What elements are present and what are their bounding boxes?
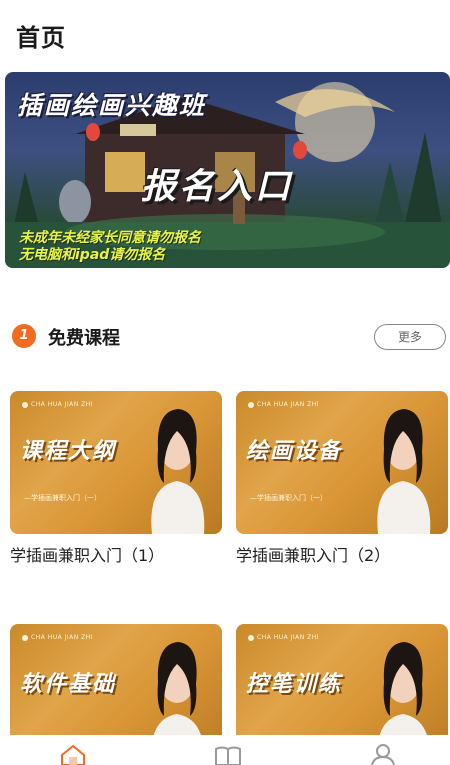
book-icon [215,746,241,765]
thumb-brand: CHA HUA JIAN ZHI [248,401,319,408]
thumb-brand: CHA HUA JIAN ZHI [248,634,319,641]
thumb-title: 绘画设备 [246,439,343,464]
section-number-badge: 1 [12,324,36,348]
course-title[interactable]: 学插画兼职入门（2） [236,542,448,566]
tab-courses[interactable] [213,743,243,765]
instructor-photo [377,409,431,534]
thumb-title: 控笔训练 [246,672,343,697]
course-title[interactable]: 学插画兼职入门（1） [10,542,222,566]
section-title: 免费课程 [48,328,120,349]
page-title: 首页 [16,24,66,52]
course-card[interactable]: CHA HUA JIAN ZHI 课程大纲 —学插画兼职入门（一） 学插画兼职入… [10,391,222,566]
tab-home[interactable] [58,743,88,765]
signup-banner[interactable]: 插画绘画兴趣班 报名入口 未成年未经家长同意请勿报名 无电脑和ipad请勿报名 [5,72,450,268]
tab-profile[interactable] [368,743,398,765]
course-thumbnail[interactable]: CHA HUA JIAN ZHI 绘画设备 —学插画兼职入门（一） [236,391,448,534]
course-card[interactable]: CHA HUA JIAN ZHI 绘画设备 —学插画兼职入门（一） 学插画兼职入… [236,391,448,566]
more-button[interactable]: 更多 [374,324,446,350]
thumb-brand: CHA HUA JIAN ZHI [22,401,93,408]
banner-title: 插画绘画兴趣班 [17,91,207,120]
bottom-tab-bar [0,735,450,765]
free-courses-header: 1 免费课程 更多 [12,320,446,352]
thumb-title: 软件基础 [20,672,117,697]
instructor-photo [151,409,205,534]
banner-note-device: 无电脑和ipad请勿报名 [19,247,166,263]
course-thumbnail[interactable]: CHA HUA JIAN ZHI 课程大纲 —学插画兼职入门（一） [10,391,222,534]
thumb-title: 课程大纲 [20,439,117,464]
home-icon [61,744,85,765]
signup-entry-label[interactable]: 报名入口 [141,158,293,209]
thumb-subtitle: —学插画兼职入门（一） [24,494,101,502]
profile-icon [371,744,395,765]
thumb-subtitle: —学插画兼职入门（一） [250,494,327,502]
thumb-brand: CHA HUA JIAN ZHI [22,634,93,641]
